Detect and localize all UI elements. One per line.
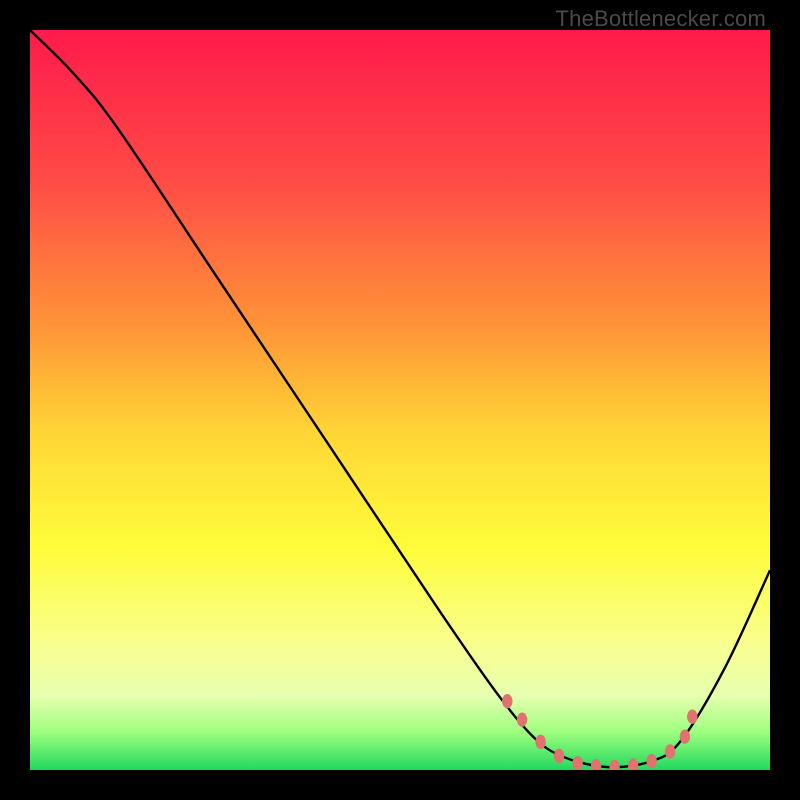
marker-dot: [680, 730, 690, 744]
marker-dot: [502, 694, 512, 708]
gradient-background: [30, 30, 770, 770]
marker-dot: [554, 749, 564, 763]
marker-dot: [517, 712, 527, 726]
marker-dot: [687, 710, 697, 724]
marker-dot: [646, 754, 656, 768]
marker-dot: [535, 735, 545, 749]
marker-dot: [572, 756, 582, 770]
chart-canvas: [30, 30, 770, 770]
watermark-text: TheBottlenecker.com: [556, 6, 766, 32]
chart-frame: TheBottlenecker.com: [0, 0, 800, 800]
plot-area: [30, 30, 770, 770]
marker-dot: [665, 744, 675, 758]
